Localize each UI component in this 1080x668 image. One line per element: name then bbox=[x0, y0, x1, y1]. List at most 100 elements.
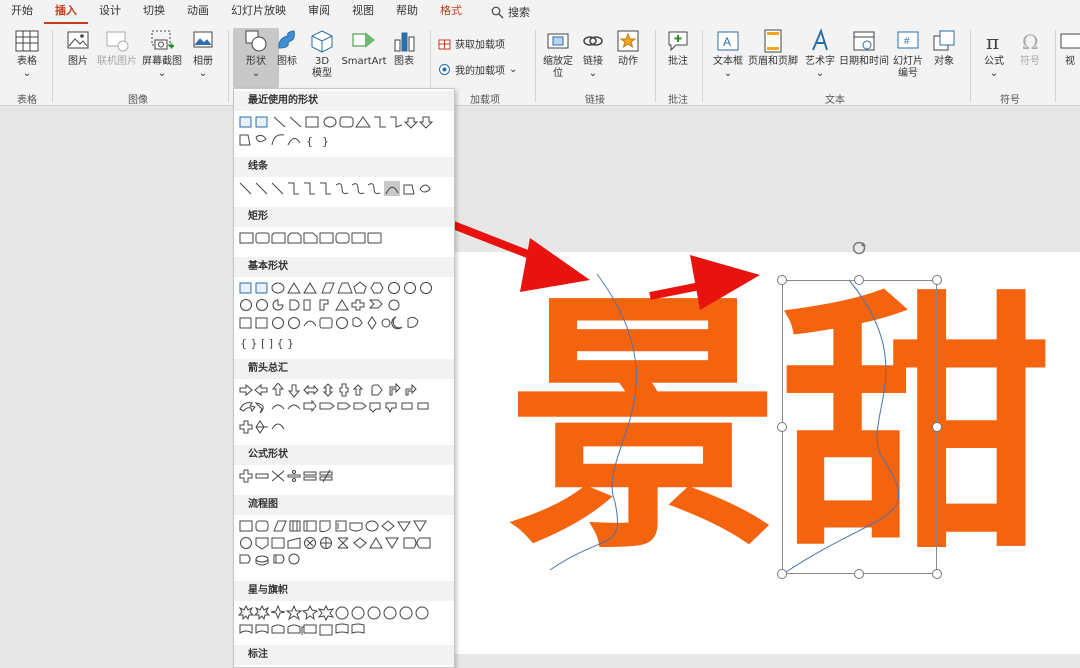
header-footer-icon bbox=[764, 29, 782, 53]
basic-shapes[interactable]: { } [ ] { } bbox=[238, 281, 452, 351]
album-label: 相册 bbox=[193, 56, 213, 67]
smartart-button[interactable]: SmartArt bbox=[340, 28, 388, 68]
resize-handle-r[interactable] bbox=[932, 422, 942, 432]
group-separator bbox=[52, 30, 53, 102]
my-addins-button[interactable]: 我的加载项 ⌄ bbox=[438, 62, 517, 77]
group-separator bbox=[655, 30, 656, 102]
svg-text:#: # bbox=[904, 36, 910, 47]
3d-model-label: 3D 模型 bbox=[312, 56, 332, 79]
resize-handle-l[interactable] bbox=[777, 422, 787, 432]
section-flowchart: 流程图 bbox=[234, 495, 454, 515]
ribbon-tabs: 开始 插入 设计 切换 动画 幻灯片放映 审阅 视图 帮助 格式 搜索 bbox=[0, 0, 1080, 24]
header-footer-button[interactable]: 页眉和页脚 bbox=[745, 28, 801, 68]
svg-text:}: } bbox=[322, 135, 329, 148]
search-icon bbox=[491, 6, 504, 18]
section-recent: 最近使用的形状 bbox=[234, 91, 454, 111]
arrow-shapes[interactable] bbox=[238, 383, 452, 437]
pi-icon: π bbox=[986, 30, 999, 54]
album-button[interactable]: 相册 ⌄ bbox=[180, 28, 226, 80]
tab-animations[interactable]: 动画 bbox=[176, 0, 220, 24]
album-icon bbox=[193, 31, 213, 48]
group-label-image: 图像 bbox=[128, 95, 148, 106]
tab-help[interactable]: 帮助 bbox=[385, 0, 429, 24]
group-separator bbox=[228, 30, 229, 102]
wordart-label: 艺术字 bbox=[805, 56, 835, 67]
flowchart-shapes[interactable] bbox=[238, 519, 452, 571]
datetime-label: 日期和时间 bbox=[839, 56, 889, 67]
resize-handle-br[interactable] bbox=[932, 569, 942, 579]
resize-handle-bl[interactable] bbox=[777, 569, 787, 579]
line-shapes[interactable] bbox=[238, 181, 452, 197]
video-label: 视 bbox=[1065, 56, 1075, 67]
resize-handle-t[interactable] bbox=[854, 275, 864, 285]
omega-icon: Ω bbox=[1022, 30, 1039, 54]
group-label-addins: 加载项 bbox=[470, 95, 500, 106]
section-lines: 线条 bbox=[234, 157, 454, 177]
chart-label: 图表 bbox=[394, 56, 414, 67]
group-label-table: 表格 bbox=[17, 95, 37, 106]
picture-icon bbox=[67, 31, 89, 49]
datetime-button[interactable]: 日期和时间 bbox=[835, 28, 893, 68]
rectangle-shapes[interactable] bbox=[238, 231, 452, 247]
3d-model-button[interactable]: 3D 模型 bbox=[299, 28, 345, 80]
ribbon: 表格 ⌄ 表格 图片 联机图片 屏幕截图 ⌄ 相册 ⌄ 图像 形状 ⌄ 图标 3D 模型… bbox=[0, 24, 1080, 106]
group-separator bbox=[702, 30, 703, 102]
group-separator bbox=[535, 30, 536, 102]
star-shapes[interactable] bbox=[238, 605, 452, 637]
resize-handle-b[interactable] bbox=[854, 569, 864, 579]
basic-row5-text: { } [ ] { } bbox=[240, 337, 294, 350]
resize-handle-tl[interactable] bbox=[777, 275, 787, 285]
addin-icon bbox=[439, 64, 450, 75]
tab-transitions[interactable]: 切换 bbox=[132, 0, 176, 24]
zoom-label: 缩放定 位 bbox=[543, 56, 573, 79]
textbox-icon: A bbox=[717, 31, 739, 51]
shapes-label: 形状 bbox=[246, 56, 266, 67]
tab-slideshow[interactable]: 幻灯片放映 bbox=[220, 0, 297, 24]
equation-shapes[interactable] bbox=[238, 469, 452, 485]
tab-design[interactable]: 设计 bbox=[88, 0, 132, 24]
cube-icon bbox=[311, 30, 333, 53]
group-label-text: 文本 bbox=[825, 95, 845, 106]
search-box[interactable]: 搜索 bbox=[491, 4, 530, 20]
tab-review[interactable]: 审阅 bbox=[297, 0, 341, 24]
tab-home[interactable]: 开始 bbox=[0, 0, 44, 24]
object-button[interactable]: 对象 bbox=[922, 28, 966, 68]
rotate-handle-icon[interactable] bbox=[851, 240, 867, 256]
calendar-icon bbox=[853, 31, 875, 51]
online-picture-button[interactable]: 联机图片 bbox=[94, 28, 140, 68]
slide-canvas[interactable]: 景 甜 bbox=[455, 241, 1080, 654]
link-label: 链接 bbox=[583, 56, 603, 67]
online-picture-label: 联机图片 bbox=[97, 56, 137, 67]
comment-label: 批注 bbox=[668, 56, 688, 67]
table-label: 表格 bbox=[17, 56, 37, 67]
recent-shapes[interactable]: {} bbox=[238, 115, 452, 149]
action-button[interactable]: 动作 bbox=[606, 28, 650, 68]
table-icon bbox=[15, 30, 39, 52]
screenshot-button[interactable]: 屏幕截图 ⌄ bbox=[139, 28, 185, 80]
get-addins-button[interactable]: 获取加载项 bbox=[438, 36, 505, 51]
screenshot-label: 屏幕截图 bbox=[142, 56, 182, 67]
header-footer-label: 页眉和页脚 bbox=[748, 56, 798, 67]
symbol-label: 符号 bbox=[1020, 56, 1040, 67]
get-addins-label: 获取加载项 bbox=[455, 40, 505, 51]
tab-insert[interactable]: 插入 bbox=[44, 0, 88, 24]
svg-text:{: { bbox=[306, 135, 313, 148]
section-basic: 基本形状 bbox=[234, 257, 454, 277]
tab-view[interactable]: 视图 bbox=[341, 0, 385, 24]
store-icon bbox=[438, 39, 451, 50]
my-addins-label: 我的加载项 bbox=[455, 66, 505, 77]
svg-text:A: A bbox=[723, 35, 731, 49]
table-button[interactable]: 表格 ⌄ bbox=[4, 28, 50, 80]
section-arrows: 箭头总汇 bbox=[234, 359, 454, 379]
chart-button[interactable]: 图表 bbox=[384, 28, 424, 68]
tab-format[interactable]: 格式 bbox=[429, 0, 473, 24]
curve-lines bbox=[549, 273, 900, 575]
comment-icon bbox=[668, 31, 688, 52]
video-button[interactable]: 视 bbox=[1058, 28, 1080, 68]
symbol-button[interactable]: Ω 符号 bbox=[1008, 28, 1052, 68]
smartart-label: SmartArt bbox=[341, 56, 387, 67]
wordart-icon bbox=[812, 28, 828, 51]
resize-handle-tr[interactable] bbox=[932, 275, 942, 285]
comment-button[interactable]: 批注 bbox=[657, 28, 699, 68]
selection-box bbox=[782, 280, 937, 574]
